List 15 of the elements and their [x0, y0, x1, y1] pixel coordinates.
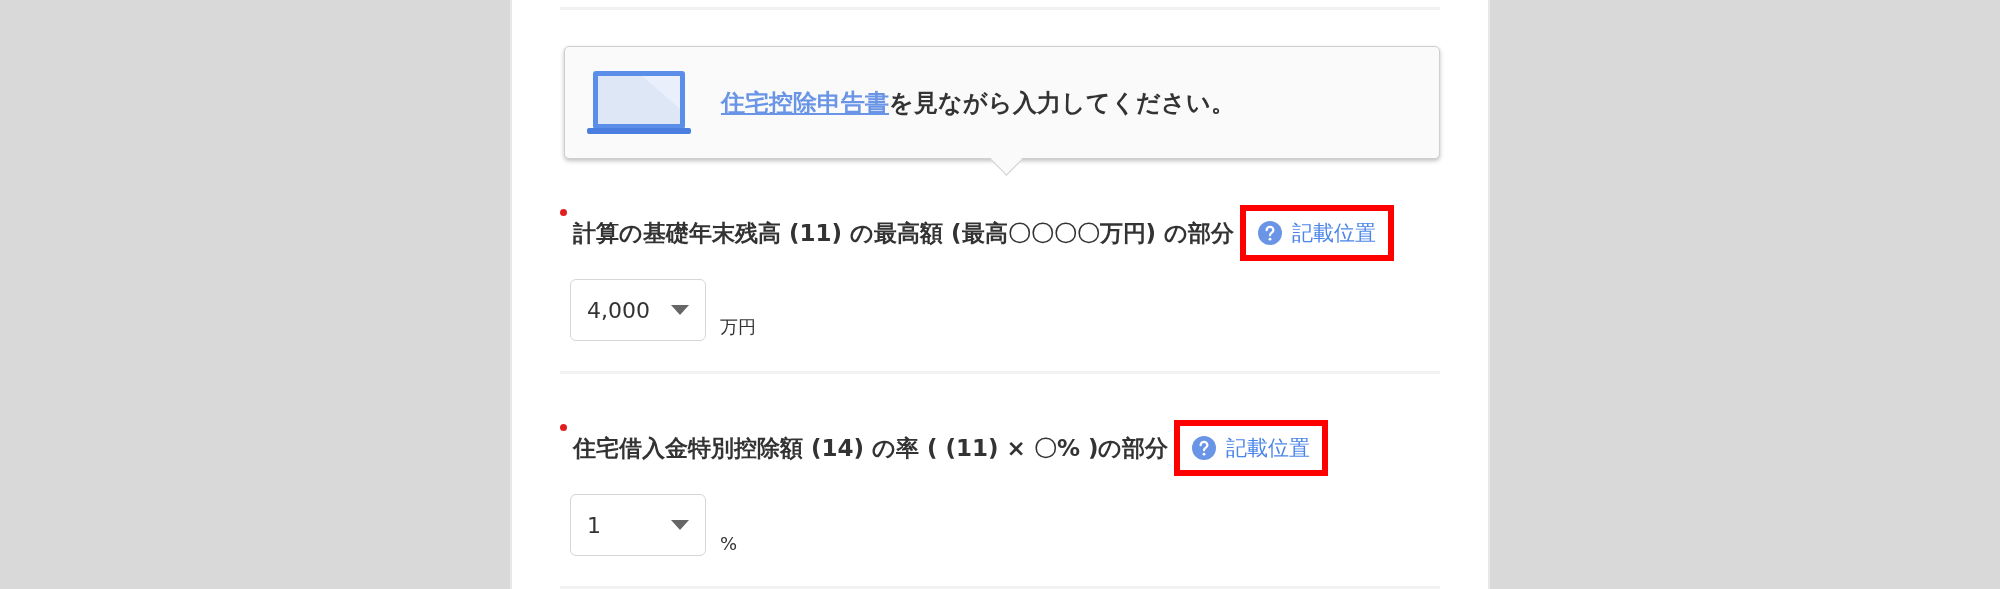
caret-icon: [671, 520, 689, 531]
help-icon: [1258, 221, 1283, 246]
help-link[interactable]: 記載位置: [1240, 205, 1395, 262]
help-link[interactable]: 記載位置: [1174, 420, 1329, 477]
value-select[interactable]: 4,000: [570, 279, 706, 342]
document-link[interactable]: 住宅控除申告書: [721, 88, 889, 117]
field-label: 住宅借入金特別控除額 (14) の率 ( (11) × 〇% )の部分: [573, 433, 1169, 463]
unit-label: %: [720, 533, 738, 555]
value-select[interactable]: 1: [570, 494, 706, 557]
laptop-icon: [587, 68, 691, 137]
field-label: 計算の基礎年末残高 (11) の最高額 (最高〇〇〇〇万円) の部分: [573, 218, 1235, 248]
help-icon: [1192, 436, 1217, 461]
unit-label: 万円: [720, 315, 756, 340]
caret-icon: [671, 305, 689, 316]
notice-text: 住宅控除申告書を見ながら入力してください。: [721, 87, 1235, 119]
